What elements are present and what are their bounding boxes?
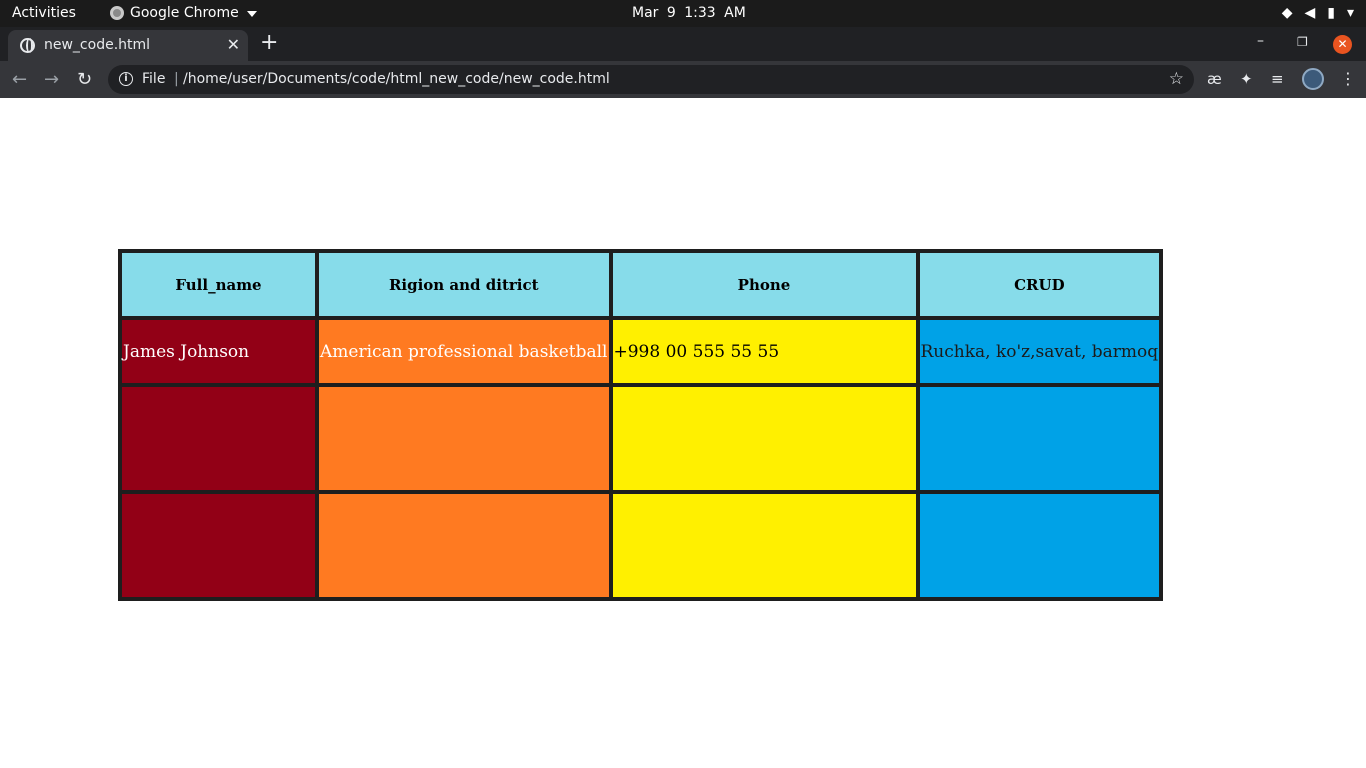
page-content: Full_name Rigion and ditrict Phone CRUD …: [0, 98, 1366, 768]
chrome-icon: [110, 6, 124, 20]
battery-icon: ▮: [1327, 5, 1335, 21]
header-full-name: Full_name: [122, 253, 315, 316]
table-row: James Johnson American professional bask…: [122, 320, 1160, 383]
table-cell: [319, 387, 609, 490]
new-tab-button[interactable]: +: [260, 30, 278, 55]
clock[interactable]: Mar 9 1:33 AM: [632, 5, 746, 21]
activities-button[interactable]: Activities: [12, 5, 76, 21]
translate-icon[interactable]: æ: [1207, 70, 1222, 88]
data-table: Full_name Rigion and ditrict Phone CRUD …: [118, 249, 1164, 601]
kebab-menu-icon[interactable]: ⋮: [1340, 69, 1356, 88]
table-cell: American professional basketball: [319, 320, 609, 383]
table-cell: [319, 494, 609, 597]
volume-icon: ◀: [1304, 5, 1316, 21]
forward-icon[interactable]: →: [44, 69, 59, 90]
browser-tab[interactable]: new_code.html ✕: [8, 30, 248, 61]
app-menu[interactable]: Google Chrome: [110, 5, 257, 21]
table-cell: [122, 387, 315, 490]
table-row: [122, 494, 1160, 597]
media-control-icon[interactable]: ≡: [1271, 70, 1284, 88]
divider: |: [174, 71, 179, 87]
bookmark-star-icon[interactable]: ☆: [1169, 69, 1184, 89]
table-cell: +998 00 555 55 55: [612, 320, 916, 383]
info-icon[interactable]: i: [119, 72, 133, 86]
close-window-icon[interactable]: ✕: [1333, 35, 1352, 54]
table-cell: James Johnson: [122, 320, 315, 383]
wifi-icon: ◆: [1281, 5, 1293, 21]
reload-icon[interactable]: ↻: [77, 69, 92, 90]
tab-title: new_code.html: [44, 37, 151, 53]
minimize-icon[interactable]: –: [1257, 33, 1264, 49]
header-region: Rigion and ditrict: [319, 253, 609, 316]
table-cell: [612, 494, 916, 597]
table-cell: [919, 494, 1160, 597]
restore-icon[interactable]: ❐: [1297, 35, 1308, 49]
scheme-label: File: [142, 71, 166, 87]
system-tray[interactable]: ◆ ◀ ▮ ▾: [1282, 5, 1354, 21]
system-top-bar: Activities Google Chrome Mar 9 1:33 AM ◆…: [0, 0, 1366, 27]
chevron-down-icon: ▾: [1346, 5, 1354, 21]
table-cell: [122, 494, 315, 597]
browser-toolbar: ← → ↻ i File | /home/user/Documents/code…: [0, 61, 1366, 98]
extensions-icon[interactable]: ✦: [1240, 70, 1253, 88]
app-menu-label: Google Chrome: [130, 5, 239, 21]
profile-avatar[interactable]: [1302, 68, 1324, 90]
globe-icon: [20, 38, 35, 53]
table-cell: Ruchka, ko'z,savat, barmoq: [919, 320, 1160, 383]
table-cell: [919, 387, 1160, 490]
address-bar[interactable]: i File | /home/user/Documents/code/html_…: [108, 65, 1194, 94]
back-icon[interactable]: ←: [12, 69, 27, 90]
close-tab-icon[interactable]: ✕: [227, 35, 240, 54]
table-header-row: Full_name Rigion and ditrict Phone CRUD: [122, 253, 1160, 316]
caret-down-icon: [246, 11, 257, 17]
table-cell: [612, 387, 916, 490]
url-text[interactable]: /home/user/Documents/code/html_new_code/…: [183, 71, 610, 87]
header-crud: CRUD: [919, 253, 1160, 316]
tab-strip: new_code.html ✕ + – ❐ ✕: [0, 27, 1366, 61]
header-phone: Phone: [612, 253, 916, 316]
table-row: [122, 387, 1160, 490]
